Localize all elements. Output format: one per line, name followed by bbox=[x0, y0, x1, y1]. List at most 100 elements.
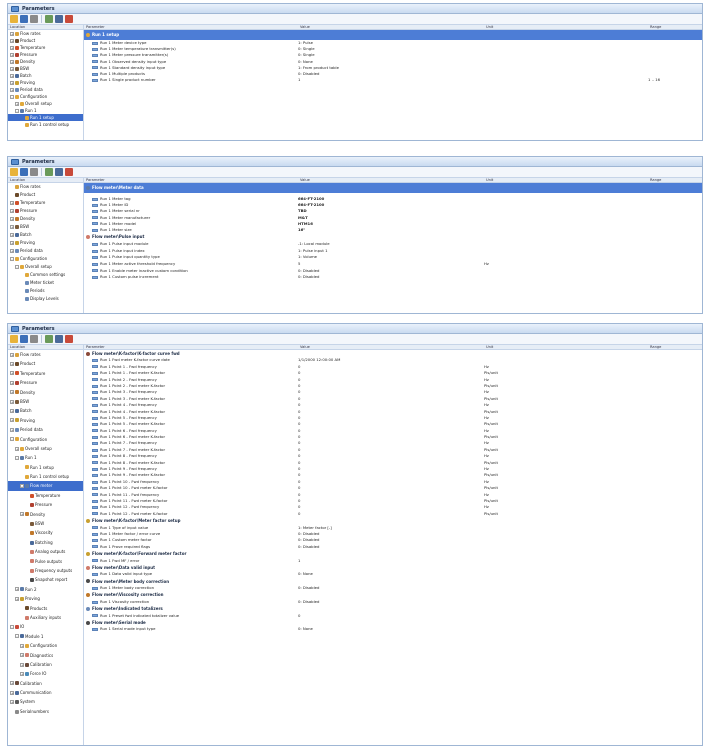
expand-toggle-icon[interactable]: + bbox=[10, 87, 14, 92]
expand-toggle-icon[interactable]: + bbox=[10, 201, 14, 205]
collapse-toggle-icon[interactable]: - bbox=[10, 625, 14, 630]
save-icon[interactable] bbox=[20, 15, 28, 23]
expand-toggle-icon[interactable]: + bbox=[10, 399, 14, 404]
parameter-row[interactable]: Run 1 Serial mode input type 0: None bbox=[84, 626, 702, 632]
tree-item[interactable]: + Density bbox=[8, 510, 83, 519]
value-cell[interactable]: 0: None bbox=[298, 571, 484, 577]
parameter-row[interactable]: Run 1 Custom pulse increment 0: Disabled bbox=[84, 274, 702, 281]
expand-toggle-icon[interactable]: + bbox=[10, 681, 14, 686]
tree-item[interactable]: Auxiliary inputs bbox=[8, 613, 83, 622]
tree-item[interactable]: Periods bbox=[8, 287, 83, 295]
tree-view-icon[interactable] bbox=[45, 15, 53, 23]
expand-toggle-icon[interactable]: + bbox=[10, 700, 14, 705]
parameter-row[interactable]: Run 1 Preset fwd indicated totalizer val… bbox=[84, 613, 702, 619]
expand-toggle-icon[interactable]: + bbox=[10, 362, 14, 367]
tree-item[interactable]: Run 1 setup bbox=[8, 463, 83, 472]
expand-toggle-icon[interactable]: + bbox=[20, 653, 24, 658]
tree-item[interactable]: Meter ticket bbox=[8, 279, 83, 287]
expand-toggle-icon[interactable]: + bbox=[10, 380, 14, 385]
tree-item[interactable]: + Batch bbox=[8, 231, 83, 239]
tree-item[interactable]: + Batch bbox=[8, 406, 83, 415]
value-cell[interactable]: -1: Local module bbox=[298, 241, 484, 248]
tree-item[interactable]: + Product bbox=[8, 37, 83, 44]
value-cell[interactable]: 0: Disabled bbox=[298, 599, 484, 605]
parameter-column-header[interactable]: Parameter bbox=[84, 345, 298, 349]
expand-toggle-icon[interactable]: + bbox=[10, 352, 14, 357]
tree-item[interactable]: Run 1 control setup bbox=[8, 472, 83, 481]
expand-toggle-icon[interactable]: + bbox=[10, 409, 14, 414]
tree-item[interactable]: Batching bbox=[8, 538, 83, 547]
collapse-toggle-icon[interactable]: - bbox=[15, 634, 19, 639]
expand-toggle-icon[interactable]: + bbox=[15, 596, 19, 601]
tree-item[interactable]: + Density bbox=[8, 58, 83, 65]
tree-item[interactable]: + Pressure bbox=[8, 51, 83, 58]
value-cell[interactable]: 1: Pulse input 1 bbox=[298, 248, 484, 255]
expand-toggle-icon[interactable]: + bbox=[20, 671, 24, 676]
tree-item[interactable]: + Diagnostics bbox=[8, 651, 83, 660]
tree-item[interactable]: Serialnumbers bbox=[8, 707, 83, 716]
parameter-column-header[interactable]: Parameter bbox=[84, 178, 298, 182]
tree-item[interactable]: - Run 1 bbox=[8, 107, 83, 114]
tree-item[interactable]: Analog outputs bbox=[8, 547, 83, 556]
tree-item[interactable]: - IO bbox=[8, 622, 83, 631]
tree-item[interactable]: - Flow meter bbox=[8, 481, 83, 491]
collapse-toggle-icon[interactable]: - bbox=[10, 437, 14, 442]
tree-item[interactable]: + Density bbox=[8, 388, 83, 397]
expand-toggle-icon[interactable]: + bbox=[10, 217, 14, 221]
grid-view-icon[interactable] bbox=[55, 168, 63, 176]
expand-toggle-icon[interactable]: + bbox=[10, 80, 14, 85]
tree-item[interactable]: Viscosity bbox=[8, 528, 83, 537]
tree-item[interactable]: + Batch bbox=[8, 72, 83, 79]
range-column-header[interactable]: Range bbox=[648, 178, 702, 182]
value-column-header[interactable]: Value bbox=[298, 345, 484, 349]
value-cell[interactable]: 1: Volume bbox=[298, 254, 484, 261]
value-cell[interactable]: 0: None bbox=[298, 626, 484, 632]
expand-toggle-icon[interactable]: + bbox=[20, 643, 24, 648]
expand-toggle-icon[interactable]: + bbox=[15, 446, 19, 451]
tree-item[interactable]: Flow rates bbox=[8, 183, 83, 191]
tree-item[interactable]: Display Levels bbox=[8, 295, 83, 303]
expand-toggle-icon[interactable]: + bbox=[10, 225, 14, 229]
tree-item[interactable]: + Calibration bbox=[8, 679, 83, 688]
grid-view-icon[interactable] bbox=[55, 335, 63, 343]
save-icon[interactable] bbox=[20, 335, 28, 343]
value-cell[interactable]: 0: Disabled bbox=[298, 585, 484, 591]
delete-icon[interactable] bbox=[65, 15, 73, 23]
value-cell[interactable]: 0: Disabled bbox=[298, 274, 484, 281]
expand-toggle-icon[interactable]: + bbox=[10, 73, 14, 78]
expand-toggle-icon[interactable]: + bbox=[15, 587, 19, 592]
tree-item[interactable]: Run 1 setup bbox=[8, 114, 83, 121]
value-cell[interactable]: 0 bbox=[298, 511, 484, 517]
parameter-row[interactable]: Run 1 Enable meter inactive custom condi… bbox=[84, 268, 702, 275]
parameter-row[interactable]: Run 1 Pulse input quantity type 1: Volume bbox=[84, 254, 702, 261]
value-cell[interactable]: 1 bbox=[298, 77, 484, 83]
delete-icon[interactable] bbox=[65, 335, 73, 343]
expand-toggle-icon[interactable]: + bbox=[20, 512, 24, 517]
expand-toggle-icon[interactable]: + bbox=[10, 241, 14, 245]
value-cell[interactable]: 0: Disabled bbox=[298, 268, 484, 275]
location-column-header[interactable]: Location bbox=[8, 178, 84, 182]
collapse-toggle-icon[interactable]: - bbox=[20, 484, 24, 489]
tree-item[interactable]: - Configuration bbox=[8, 435, 83, 444]
tree-item[interactable]: + Temperature bbox=[8, 199, 83, 207]
collapse-toggle-icon[interactable]: - bbox=[15, 455, 19, 460]
print-icon[interactable] bbox=[30, 15, 38, 23]
open-icon[interactable] bbox=[10, 335, 18, 343]
collapse-toggle-icon[interactable]: - bbox=[15, 265, 19, 269]
tree-item[interactable]: Pulse outputs bbox=[8, 557, 83, 566]
expand-toggle-icon[interactable]: + bbox=[15, 101, 19, 106]
expand-toggle-icon[interactable]: + bbox=[10, 249, 14, 253]
tree-item[interactable]: + Force IO bbox=[8, 669, 83, 678]
parameter-column-header[interactable]: Parameter bbox=[84, 25, 298, 29]
tree-item[interactable]: - Module 1 bbox=[8, 632, 83, 641]
collapse-toggle-icon[interactable]: - bbox=[15, 108, 19, 113]
tree-item[interactable]: + Proving bbox=[8, 239, 83, 247]
value-column-header[interactable]: Value bbox=[298, 25, 484, 29]
expand-toggle-icon[interactable]: + bbox=[10, 233, 14, 237]
tree-item[interactable]: + Communication bbox=[8, 688, 83, 697]
expand-toggle-icon[interactable]: + bbox=[10, 390, 14, 395]
parameter-row[interactable]: Run 1 Meter body correction 0: Disabled bbox=[84, 585, 702, 591]
tree-item[interactable]: + System bbox=[8, 697, 83, 706]
range-column-header[interactable]: Range bbox=[648, 25, 702, 29]
tree-item[interactable]: - Configuration bbox=[8, 255, 83, 263]
